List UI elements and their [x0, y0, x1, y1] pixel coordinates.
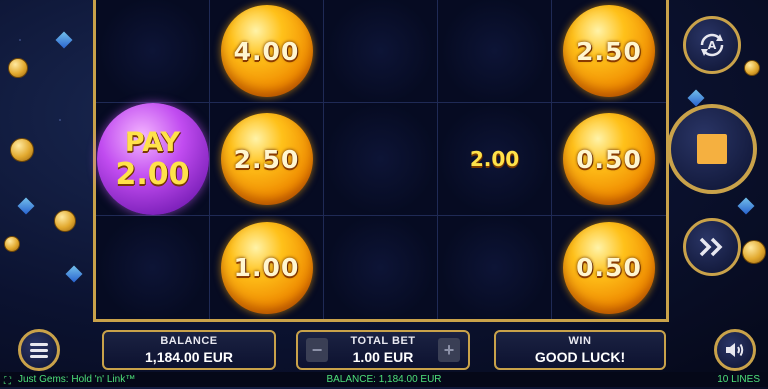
gem-decoration	[55, 31, 73, 49]
reel-cell: 2.50	[552, 0, 666, 103]
reel-cell	[324, 103, 438, 216]
fast-forward-icon	[699, 237, 723, 257]
orb-value: 0.50	[576, 253, 642, 282]
orb-value: 0.50	[576, 144, 642, 174]
reel-cell: PAY 2.00	[96, 103, 210, 216]
stop-button[interactable]	[667, 104, 757, 194]
footer-bar: ⛶ Just Gems: Hold 'n' Link™ BALANCE: 1,1…	[0, 372, 768, 387]
reel-cell: 2.00	[438, 103, 552, 216]
svg-text:A: A	[708, 39, 717, 52]
balance-value: 1,184.00 EUR	[145, 349, 233, 365]
win-label: WIN	[568, 335, 592, 347]
reel-cell	[324, 0, 438, 103]
gem-decoration	[65, 265, 83, 283]
menu-icon	[30, 343, 48, 358]
reel-cell: 0.50	[552, 216, 666, 319]
gold-orb-symbol: 4.00	[220, 5, 313, 97]
sound-button[interactable]	[714, 329, 756, 371]
coin-decoration	[10, 138, 34, 162]
balance-panel: BALANCE 1,184.00 EUR	[102, 330, 276, 370]
orb-value: 2.50	[233, 144, 300, 174]
reel-cell: 0.50	[552, 103, 666, 216]
coin-decoration	[744, 60, 760, 76]
reel-cell: 1.00	[210, 216, 324, 319]
orb-value: 4.00	[233, 36, 300, 66]
gem-decoration	[17, 197, 35, 215]
autoplay-button[interactable]: A	[683, 16, 741, 74]
autoplay-icon: A	[700, 33, 724, 57]
pay-orb-symbol: PAY 2.00	[96, 103, 209, 215]
reel-cell	[96, 216, 210, 319]
reel-cell	[438, 216, 552, 319]
coin-decoration	[54, 210, 76, 232]
footer-balance: BALANCE: 1,184.00 EUR	[326, 374, 442, 385]
coin-decoration	[8, 58, 28, 78]
reel-grid: 4.00 2.50 PAY 2.00 2.50 2.00 0.50 1.00 0.50	[93, 0, 669, 322]
reel-cell	[96, 0, 210, 103]
gem-decoration	[737, 197, 755, 215]
reel-cell	[324, 216, 438, 319]
coin-decoration	[4, 236, 20, 252]
menu-button[interactable]	[18, 329, 60, 371]
coin-decoration	[742, 240, 766, 264]
cell-win-value: 2.00	[469, 147, 520, 171]
win-value: GOOD LUCK!	[534, 349, 626, 365]
balance-label: BALANCE	[160, 335, 218, 347]
win-panel: WIN GOOD LUCK!	[494, 330, 666, 370]
orb-value: 1.00	[233, 253, 300, 282]
reel-cell	[438, 0, 552, 103]
increase-bet-button[interactable]: +	[438, 338, 460, 362]
reel-cell: 4.00	[210, 0, 324, 103]
stop-icon	[697, 134, 727, 164]
gold-orb-symbol: 2.50	[220, 113, 313, 205]
speaker-icon	[726, 343, 744, 357]
reel-cell: 2.50	[210, 103, 324, 216]
total-bet-panel: − TOTAL BET 1.00 EUR +	[296, 330, 470, 370]
gold-orb-symbol: 1.00	[220, 221, 313, 314]
gold-orb-symbol: 0.50	[563, 221, 655, 314]
orb-value: 2.50	[576, 36, 642, 66]
lines-count: 10 LINES	[717, 374, 760, 385]
decrease-bet-button[interactable]: −	[306, 338, 328, 362]
turbo-button[interactable]	[683, 218, 741, 276]
gold-orb-symbol: 2.50	[563, 5, 655, 97]
pay-value: 2.00	[115, 156, 190, 192]
gold-orb-symbol: 0.50	[563, 113, 655, 205]
pay-label: PAY	[124, 126, 181, 158]
